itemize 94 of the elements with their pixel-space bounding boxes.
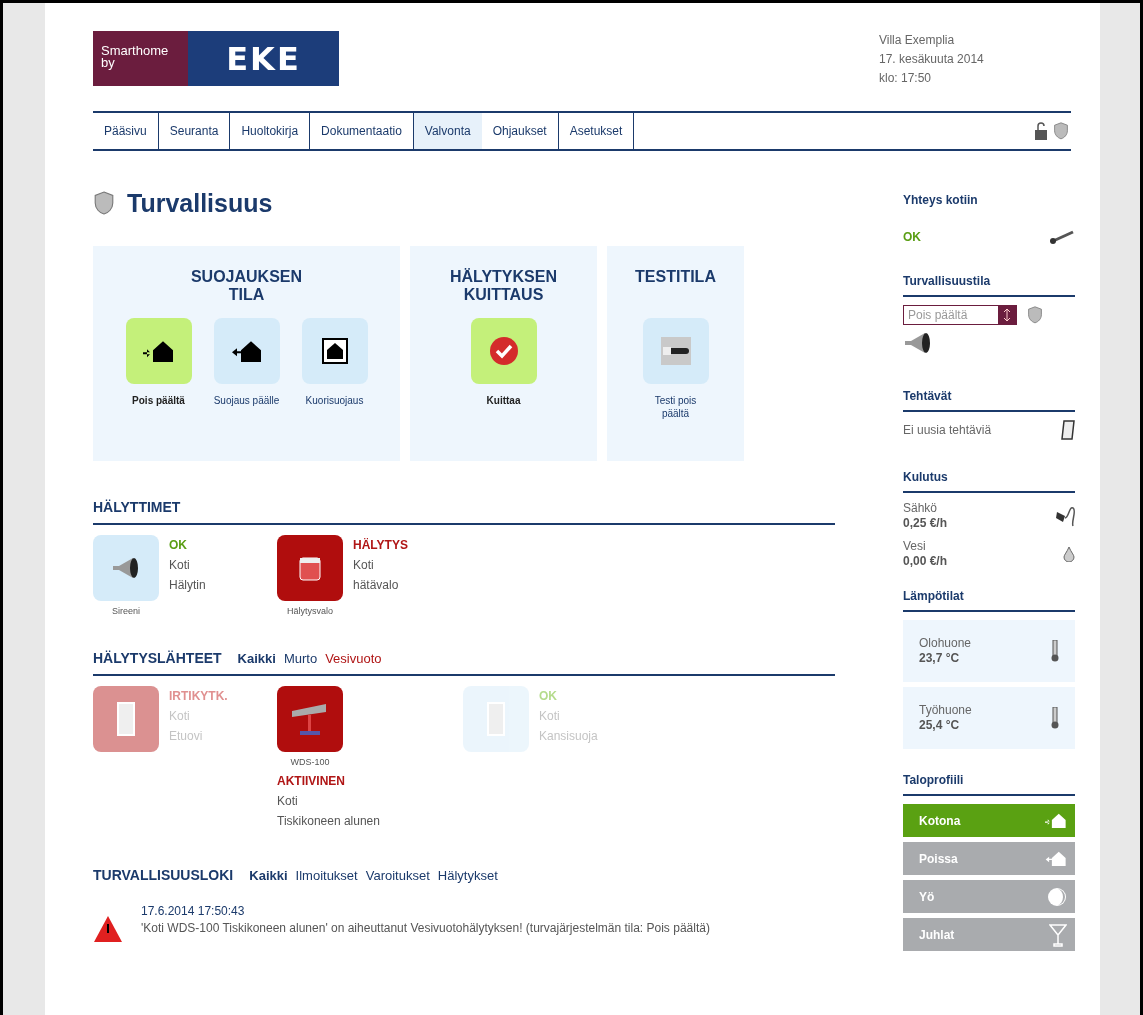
section-title: TURVALLISUUSLOKI: [93, 867, 234, 883]
mode-button[interactable]: [642, 318, 709, 384]
moon-icon: [1047, 886, 1067, 907]
consumption-label: Sähkö: [903, 501, 939, 516]
room-name: Olohuone: [919, 636, 972, 651]
temperature-value: 23,7 °C: [919, 651, 961, 666]
check-icon: [488, 336, 519, 366]
device-location: Koti: [277, 793, 299, 810]
sidebar-title: Tehtävät: [903, 389, 1075, 412]
sidebar-title: Taloprofiili: [903, 773, 1075, 796]
device-label: WDS-100: [290, 757, 330, 767]
panel-title: SUOJAUKSEN TILA: [189, 268, 304, 305]
device-name: hätävalo: [353, 577, 400, 594]
sidebar-title: Turvallisuustila: [903, 274, 1075, 297]
mode-button[interactable]: [301, 318, 368, 384]
device-status: OK: [169, 537, 188, 554]
filter-link[interactable]: Kaikki: [237, 651, 276, 666]
house-arrow-icon: [230, 339, 263, 363]
page-title: Turvallisuus: [127, 189, 273, 218]
logo-brand: EKE: [226, 39, 301, 78]
logo-text: Smarthome: [101, 45, 170, 57]
mode-button[interactable]: [125, 318, 192, 384]
consumption-label: Vesi: [903, 539, 927, 554]
panel-title: TESTITILA: [634, 268, 717, 287]
shield-icon: [93, 191, 115, 216]
house-arrow-icon: [1045, 850, 1067, 867]
sidebar-title: Lämpötilat: [903, 589, 1075, 612]
switch-icon: [660, 337, 691, 365]
filter-link[interactable]: Varoitukset: [365, 868, 430, 883]
temperature-value: 25,4 °C: [919, 718, 961, 733]
header-info-text: 17. kesäkuuta 2014: [879, 51, 985, 68]
house-arrow-icon: [1045, 812, 1067, 829]
mode-button[interactable]: [213, 318, 280, 384]
device-location: Koti: [539, 708, 561, 725]
device-name: Hälytin: [169, 577, 206, 594]
warning-icon: [93, 915, 123, 943]
room-name: Työhuone: [919, 703, 972, 718]
cocktail-glass-icon: [1049, 922, 1067, 947]
device-status: AKTIIVINEN: [277, 773, 346, 790]
logo-text: by: [101, 57, 116, 69]
updown-arrow-icon: [1004, 309, 1010, 321]
device-name: Etuovi: [169, 728, 204, 745]
filter-link[interactable]: Vesivuoto: [325, 651, 382, 666]
panel-title: HÄLYTYKSEN KUITTAUS: [449, 268, 558, 305]
device-status: IRTIKYTK.: [169, 688, 228, 705]
device-status: HÄLYTYS: [353, 537, 408, 554]
connection-status: OK: [903, 230, 921, 244]
shield-icon: [1027, 306, 1043, 324]
mode-label: Suojaus päälle: [213, 394, 280, 407]
filter-link[interactable]: Kaikki: [249, 868, 288, 883]
door-icon: [117, 702, 135, 736]
siren-icon: [111, 556, 141, 580]
mode-label: Testi pois päältä: [653, 394, 698, 420]
padlock-icon: [1035, 122, 1047, 140]
house-icon: [321, 338, 348, 364]
device-label: Hälytysvalo: [287, 606, 333, 616]
device-location: Koti: [353, 557, 375, 574]
device-name: Tiskikoneen alunen: [277, 813, 380, 830]
plug-icon: [1055, 504, 1075, 528]
device-location: Koti: [169, 557, 191, 574]
consumption-value: 0,25 €/h: [903, 516, 948, 531]
device-tile[interactable]: [93, 535, 159, 601]
device-tile[interactable]: [277, 686, 343, 752]
consumption-value: 0,00 €/h: [903, 554, 948, 569]
house-arrow-icon: [142, 339, 175, 363]
log-time: 17.6.2014 17:50:43: [141, 903, 246, 920]
filter-link[interactable]: Murto: [283, 651, 318, 666]
section-title: HÄLYTYSLÄHTEET: [93, 650, 222, 666]
mode-label: Kuorisuojaus: [305, 394, 364, 407]
siren-icon: [903, 331, 933, 355]
sidebar-title: Yhteys kotiin: [903, 193, 979, 209]
drop-icon: [1063, 546, 1075, 562]
device-location: Koti: [169, 708, 191, 725]
nav-tab[interactable]: Valvonta: [413, 113, 482, 149]
header-info-text: Villa Exemplia: [879, 32, 956, 49]
sidebar-title: Kulutus: [903, 470, 1075, 493]
notepad-icon: [1061, 420, 1075, 440]
filter-link[interactable]: Hälytykset: [437, 868, 498, 883]
header-info-text: klo: 17:50: [879, 70, 933, 87]
device-tile[interactable]: [277, 535, 343, 601]
plug-connector-icon: [1049, 230, 1075, 244]
device-name: Kansisuoja: [539, 728, 598, 745]
device-label: Sireeni: [112, 606, 140, 616]
thermometer-icon: [1051, 707, 1059, 729]
shield-icon: [1053, 122, 1069, 140]
device-status: OK: [539, 688, 558, 705]
filter-link[interactable]: Ilmoitukset: [295, 868, 358, 883]
thermometer-icon: [1051, 640, 1059, 662]
log-message: 'Koti WDS-100 Tiskikoneen alunen' on aiheuttanut Vesivuotohälytyksen! (turvajärjestelmän tila: Pois päältä): [141, 920, 711, 937]
section-title: HÄLYTTIMET: [93, 499, 181, 515]
lamp-icon: [297, 554, 323, 582]
tasks-text: Ei uusia tehtäviä: [903, 423, 992, 437]
mode-label: Kuittaa: [486, 394, 521, 407]
mode-label: Pois päältä: [132, 394, 185, 407]
